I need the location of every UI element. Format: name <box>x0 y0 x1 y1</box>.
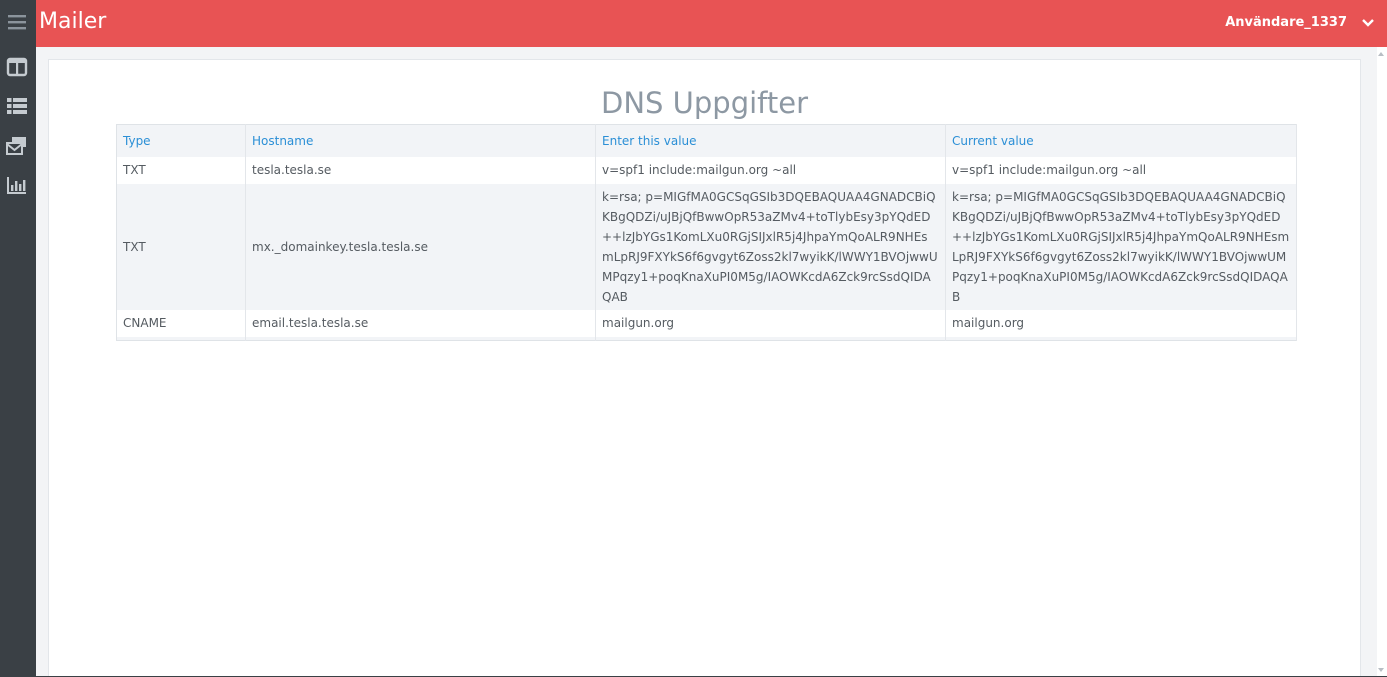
cell-hostname: tesla.tesla.se <box>245 156 596 184</box>
cell-hostname: email.tesla.tesla.se <box>245 309 596 337</box>
page-title: DNS Uppgifter <box>601 86 808 120</box>
column-header-current-value: Current value <box>945 124 1297 157</box>
scroll-up-arrow-icon[interactable] <box>1377 50 1385 58</box>
dns-table: Type Hostname Enter this value Current v… <box>116 124 1297 341</box>
cell-type: TXT <box>116 156 246 184</box>
table-row: CNAME email.tesla.tesla.se mailgun.org m… <box>116 309 1297 337</box>
column-header-type: Type <box>116 124 246 157</box>
menu-icon[interactable] <box>6 11 28 33</box>
table-footer-row <box>116 336 1297 341</box>
bar-chart-icon[interactable] <box>6 174 28 196</box>
cell-type: CNAME <box>116 309 246 337</box>
cell-current-value: v=spf1 include:mailgun.org ~all <box>945 156 1297 184</box>
table-header-row: Type Hostname Enter this value Current v… <box>116 124 1297 157</box>
cell-enter-value: mailgun.org <box>595 309 946 337</box>
columns-icon[interactable] <box>6 56 28 78</box>
app-title[interactable]: Mailer <box>39 9 106 34</box>
cell-current-value: mailgun.org <box>945 309 1297 337</box>
user-menu[interactable]: Användare_1337 <box>1225 15 1347 30</box>
top-navbar: Mailer Användare_1337 <box>36 0 1387 47</box>
table-footer-cell <box>945 336 1297 341</box>
cell-current-value: k=rsa; p=MIGfMA0GCSqGSIb3DQEBAQUAA4GNADC… <box>945 183 1297 310</box>
table-footer-cell <box>595 336 946 341</box>
column-header-hostname: Hostname <box>245 124 596 157</box>
list-icon[interactable] <box>6 95 28 117</box>
table-footer-cell <box>116 336 246 341</box>
table-row: TXT tesla.tesla.se v=spf1 include:mailgu… <box>116 156 1297 184</box>
dns-panel: DNS Uppgifter Type Hostname Enter this v… <box>48 59 1361 677</box>
table-footer-cell <box>245 336 596 341</box>
table-row: TXT mx._domainkey.tesla.tesla.se k=rsa; … <box>116 183 1297 310</box>
cell-enter-value: v=spf1 include:mailgun.org ~all <box>595 156 946 184</box>
mail-stack-icon[interactable] <box>6 135 28 157</box>
cell-hostname: mx._domainkey.tesla.tesla.se <box>245 183 596 310</box>
scroll-down-arrow-icon[interactable] <box>1377 666 1385 674</box>
column-header-enter-value: Enter this value <box>595 124 946 157</box>
sidebar <box>0 0 36 677</box>
cell-type: TXT <box>116 183 246 310</box>
content-area: DNS Uppgifter Type Hostname Enter this v… <box>36 47 1377 677</box>
chevron-down-icon[interactable] <box>1361 16 1375 30</box>
cell-enter-value: k=rsa; p=MIGfMA0GCSqGSIb3DQEBAQUAA4GNADC… <box>595 183 946 310</box>
